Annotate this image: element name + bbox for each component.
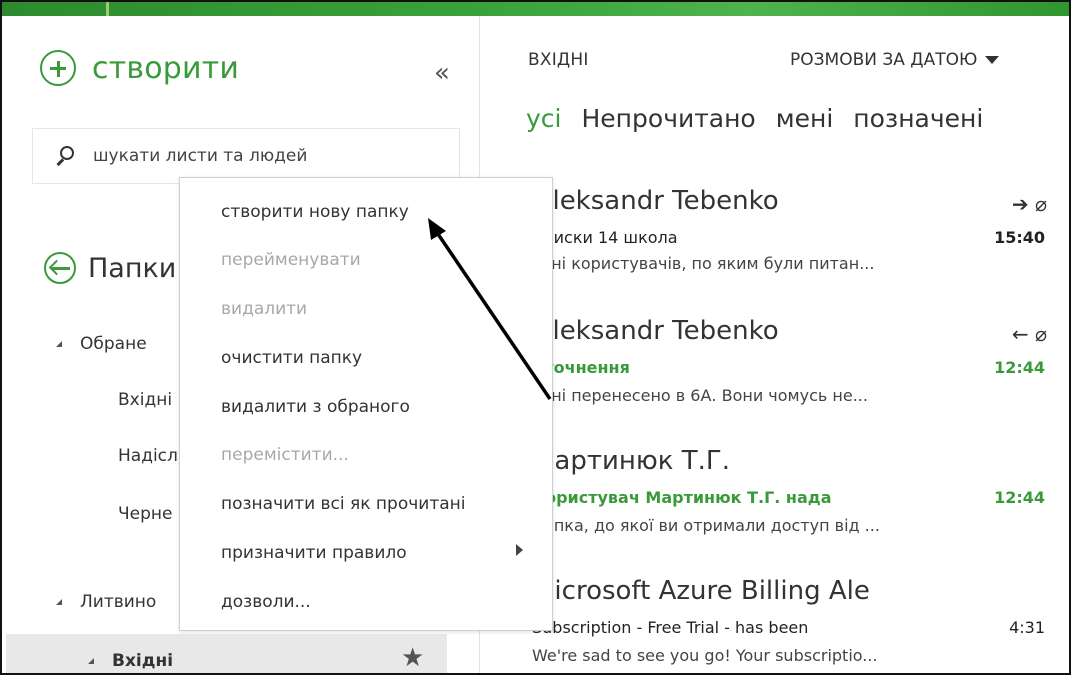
- filter-to-me[interactable]: мені: [776, 104, 834, 133]
- menu-remove-favorite[interactable]: видалити з обраного: [221, 397, 410, 417]
- filter-bar: усі Непрочитано мені позначені: [526, 104, 983, 133]
- folder-label: Вхідні: [112, 651, 174, 671]
- search-icon: [55, 146, 75, 166]
- message-preview: We're sad to see you go! Your subscripti…: [532, 646, 878, 665]
- caret-down-icon: [985, 56, 1000, 64]
- message-subject: Списки 14 школа: [532, 228, 678, 247]
- inbox-title: ВХІДНІ: [528, 50, 589, 70]
- filter-flagged[interactable]: позначені: [853, 104, 983, 133]
- folder-context-menu: створити нову папку перейменувати видали…: [179, 177, 553, 631]
- folder-inbox-account[interactable]: Вхідні: [88, 651, 173, 671]
- menu-delete: видалити: [221, 299, 308, 319]
- submenu-arrow-icon: [516, 544, 523, 556]
- folder-drafts[interactable]: Черне: [118, 504, 172, 524]
- filter-unread[interactable]: Непрочитано: [582, 104, 756, 133]
- sort-label: РОЗМОВИ ЗА ДАТОЮ: [790, 50, 978, 70]
- star-icon[interactable]: ★: [401, 645, 424, 671]
- collapse-triangle-icon[interactable]: [88, 658, 94, 664]
- folders-title: Папки: [88, 252, 177, 284]
- folder-account[interactable]: Литвино: [56, 592, 156, 612]
- message-sender: Microsoft Azure Billing Ale: [532, 576, 870, 606]
- message-sender: Oleksandr Tebenko: [532, 186, 779, 216]
- back-arrow-icon: [44, 252, 76, 284]
- reply-attachment-icons: ← ⌀: [1011, 322, 1047, 346]
- mail-app-window: створити « шукати листи та людей Папки О…: [0, 0, 1071, 675]
- message-time: 15:40: [994, 228, 1045, 247]
- new-message-label: створити: [92, 50, 240, 86]
- message-sender: Мартинюк Т.Г.: [532, 446, 731, 476]
- plus-circle-icon: [40, 50, 76, 86]
- menu-empty-folder[interactable]: очистити папку: [221, 348, 362, 368]
- folder-label: Черне: [118, 504, 173, 524]
- folders-header[interactable]: Папки: [44, 252, 176, 284]
- folder-label: Вхідні: [118, 390, 173, 410]
- forward-attachment-icons: ➔ ⌀: [1011, 192, 1047, 216]
- message-item[interactable]: Microsoft Azure Billing Ale Subscription…: [480, 566, 1069, 673]
- collapse-triangle-icon[interactable]: [56, 341, 62, 347]
- filter-all[interactable]: усі: [526, 104, 562, 133]
- folder-inbox-favorite[interactable]: Вхідні: [118, 390, 172, 410]
- message-time: 12:44: [994, 488, 1045, 507]
- message-sender: Oleksandr Tebenko: [532, 316, 779, 346]
- menu-permissions[interactable]: дозволи...: [221, 592, 311, 612]
- menu-move: перемістити...: [221, 445, 349, 465]
- menu-mark-all-read[interactable]: позначити всі як прочитані: [221, 494, 465, 514]
- folder-label: Литвино: [80, 592, 157, 612]
- folder-favorites[interactable]: Обране: [56, 334, 147, 354]
- selected-folder-row[interactable]: [6, 634, 447, 673]
- search-box[interactable]: шукати листи та людей: [32, 128, 460, 184]
- message-list-pane: ВХІДНІ РОЗМОВИ ЗА ДАТОЮ усі Непрочитано …: [480, 16, 1069, 673]
- message-preview: Учні користувачів, по яким були питан...: [532, 254, 875, 273]
- message-item[interactable]: Мартинюк Т.Г. Користувач Мартинюк Т.Г. н…: [480, 436, 1069, 566]
- message-item[interactable]: Oleksandr Tebenko ← ⌀ Уточнення 12:44 Уч…: [480, 306, 1069, 436]
- message-preview: Папка, до якої ви отримали доступ від ..…: [532, 516, 880, 535]
- top-accent-bar: [2, 2, 1069, 16]
- menu-assign-rule[interactable]: призначити правило: [221, 543, 407, 563]
- collapse-pane-button[interactable]: «: [434, 60, 450, 86]
- message-item[interactable]: Oleksandr Tebenko ➔ ⌀ Списки 14 школа 15…: [480, 176, 1069, 306]
- message-subject: Subscription - Free Trial - has been: [532, 618, 809, 637]
- sort-dropdown[interactable]: РОЗМОВИ ЗА ДАТОЮ: [790, 50, 1000, 70]
- menu-create-folder[interactable]: створити нову папку: [221, 202, 409, 222]
- new-message-button[interactable]: створити: [40, 50, 239, 86]
- message-time: 4:31: [1009, 618, 1045, 637]
- folder-label: Надісл: [118, 446, 178, 466]
- collapse-triangle-icon[interactable]: [56, 599, 62, 605]
- menu-rename: перейменувати: [221, 250, 361, 270]
- search-input[interactable]: шукати листи та людей: [93, 146, 307, 166]
- folder-sent[interactable]: Надісл: [118, 446, 178, 466]
- message-subject: Користувач Мартинюк Т.Г. нада: [532, 488, 832, 507]
- message-preview: Учні перенесено в 6А. Вони чомусь не...: [532, 386, 868, 405]
- message-time: 12:44: [994, 358, 1045, 377]
- folder-label: Обране: [80, 334, 147, 354]
